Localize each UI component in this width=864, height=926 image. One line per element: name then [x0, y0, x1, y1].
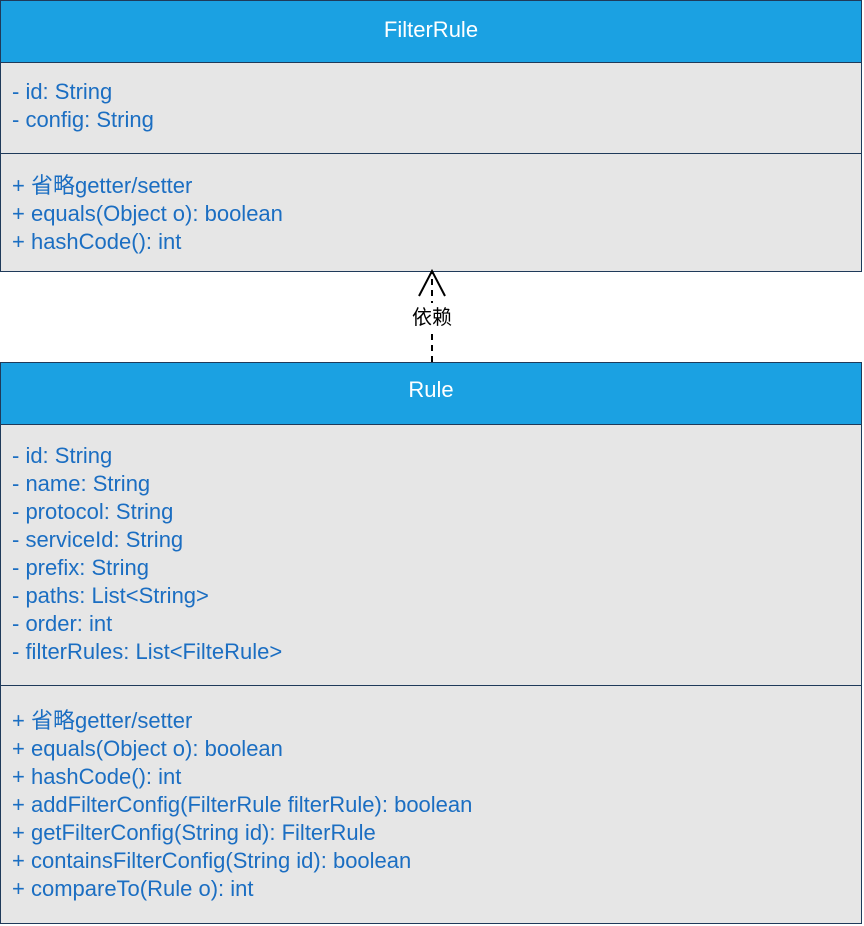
rule-class[interactable]: Rule - id: String - name: String - proto…: [0, 362, 862, 924]
rule-methods: + 省略getter/setter + equals(Object o): bo…: [1, 685, 861, 923]
rule-method: + addFilterConfig(FilterRule filterRule)…: [12, 792, 473, 817]
rule-attribute: - serviceId: String: [12, 527, 184, 552]
rule-class-name: Rule: [1, 363, 861, 425]
rule-attribute: - order: int: [12, 611, 113, 636]
rule-method: + getFilterConfig(String id): FilterRule: [12, 820, 376, 845]
dependency-label: 依赖: [408, 303, 456, 331]
rule-attribute: - id: String: [12, 443, 113, 468]
rule-attribute: - filterRules: List<FilteRule>: [12, 639, 283, 664]
rule-attributes: - id: String - name: String - protocol: …: [1, 425, 861, 685]
rule-attribute: - paths: List<String>: [12, 583, 209, 608]
rule-method: + containsFilterConfig(String id): boole…: [12, 848, 412, 873]
rule-method: + equals(Object o): boolean: [12, 736, 283, 761]
rule-method: + 省略getter/setter: [12, 708, 193, 733]
rule-method: + hashCode(): int: [12, 764, 182, 789]
rule-attribute: - protocol: String: [12, 499, 174, 524]
rule-attribute: - name: String: [12, 471, 151, 496]
rule-method: + compareTo(Rule o): int: [12, 876, 254, 901]
rule-attribute: - prefix: String: [12, 555, 149, 580]
